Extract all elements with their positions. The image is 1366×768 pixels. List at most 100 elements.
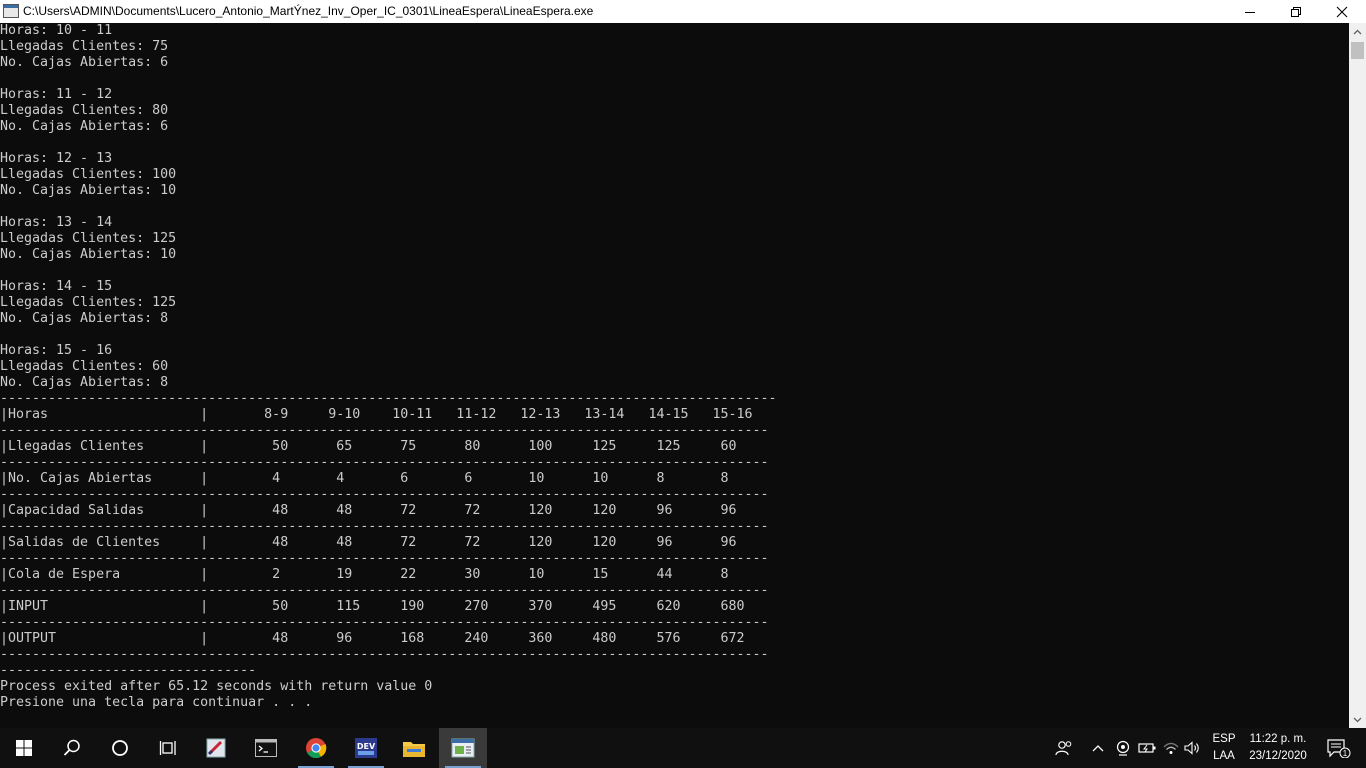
minimize-button[interactable] <box>1227 0 1273 23</box>
dev-cpp-icon: DEV <box>355 738 377 758</box>
console-line: -------------------------------- <box>0 663 257 678</box>
cortana-circle-icon <box>112 740 128 756</box>
console-line: Llegadas Clientes: 125 <box>0 295 177 310</box>
paint-icon <box>206 738 226 758</box>
console-line: Horas: 11 - 12 <box>0 87 113 102</box>
search-button[interactable] <box>48 728 96 768</box>
chevron-up-icon <box>1353 29 1362 34</box>
scroll-down-button[interactable] <box>1349 711 1366 728</box>
close-button[interactable] <box>1319 0 1365 23</box>
console-line: ----------------------------------------… <box>0 391 777 406</box>
battery-button[interactable] <box>1136 728 1158 768</box>
vertical-scrollbar[interactable] <box>1349 23 1366 728</box>
file-explorer-icon <box>403 742 425 757</box>
console-line: No. Cajas Abiertas: 8 <box>0 375 169 390</box>
network-button[interactable] <box>1160 728 1182 768</box>
console-app-icon <box>3 4 19 18</box>
console-line: Horas: 14 - 15 <box>0 279 113 294</box>
windows-logo-icon <box>16 740 32 756</box>
console-output[interactable]: Horas: 10 - 11 Llegadas Clientes: 75 No. C… <box>0 23 1349 728</box>
clock[interactable]: 11:22 p. m. 23/12/2020 <box>1242 728 1314 768</box>
webcam-icon <box>1116 740 1130 756</box>
console-line: |Llegadas Clientes | 50 65 75 80 100 125… <box>0 439 737 454</box>
console-line: |Capacidad Salidas | 48 48 72 72 120 120… <box>0 503 737 518</box>
volume-button[interactable] <box>1182 728 1204 768</box>
taskbar: DEV ESP LAA 11:22 p. m. 23/12/2020 1 <box>0 728 1366 768</box>
console-line: Horas: 13 - 14 <box>0 215 113 230</box>
console-line: Llegadas Clientes: 80 <box>0 103 169 118</box>
search-icon <box>63 739 80 756</box>
restore-button[interactable] <box>1273 0 1319 23</box>
svg-text:DEV: DEV <box>357 742 376 751</box>
close-icon <box>1336 6 1348 17</box>
console-line: No. Cajas Abiertas: 8 <box>0 311 169 326</box>
console-line: Llegadas Clientes: 125 <box>0 231 177 246</box>
console-line: Llegadas Clientes: 60 <box>0 359 169 374</box>
scrollbar-thumb[interactable] <box>1351 42 1364 59</box>
chevron-up-icon <box>1092 745 1104 752</box>
console-line: Llegadas Clientes: 100 <box>0 167 177 182</box>
clock-date: 23/12/2020 <box>1249 750 1307 762</box>
console-line: |Cola de Espera | 2 19 22 30 10 15 44 8 <box>0 567 729 582</box>
console-line: Horas: 10 - 11 <box>0 23 113 38</box>
console-line: |Horas | 8-9 9-10 10-11 11-12 12-13 13-1… <box>0 407 753 422</box>
console-line: Horas: 12 - 13 <box>0 151 113 166</box>
console-window-icon <box>451 738 475 758</box>
console-line: Horas: 15 - 16 <box>0 343 113 358</box>
chevron-down-icon <box>1353 717 1362 722</box>
language-indicator[interactable]: ESP LAA <box>1208 728 1240 768</box>
window-titlebar[interactable]: C:\Users\ADMIN\Documents\Lucero_Antonio_… <box>0 0 1366 23</box>
wifi-icon <box>1163 742 1179 754</box>
console-line: ----------------------------------------… <box>0 455 769 470</box>
notifications-icon: 1 <box>1327 739 1351 758</box>
battery-charging-icon <box>1138 743 1156 753</box>
console-line: Llegadas Clientes: 75 <box>0 39 169 54</box>
console-line: ----------------------------------------… <box>0 423 769 438</box>
language-code: ESP <box>1212 733 1236 745</box>
notification-count: 1 <box>1343 749 1348 758</box>
clock-time: 11:22 p. m. <box>1249 733 1307 745</box>
task-view-button[interactable] <box>144 728 192 768</box>
console-line: ----------------------------------------… <box>0 487 769 502</box>
console-line: ----------------------------------------… <box>0 615 769 630</box>
start-button[interactable] <box>0 728 48 768</box>
console-line: No. Cajas Abiertas: 10 <box>0 183 177 198</box>
console-line: No. Cajas Abiertas: 6 <box>0 55 169 70</box>
scroll-up-button[interactable] <box>1349 23 1366 40</box>
console-line: ----------------------------------------… <box>0 583 769 598</box>
console-line: |No. Cajas Abiertas | 4 4 6 6 10 10 8 8 <box>0 471 729 486</box>
console-text: Horas: 10 - 11 Llegadas Clientes: 75 No. C… <box>0 23 1349 711</box>
window-title: C:\Users\ADMIN\Documents\Lucero_Antonio_… <box>23 4 594 18</box>
console-line: No. Cajas Abiertas: 6 <box>0 119 169 134</box>
console-line: ----------------------------------------… <box>0 519 769 534</box>
minimize-icon <box>1245 11 1255 13</box>
taskbar-app-command-prompt[interactable] <box>242 728 290 768</box>
cortana-button[interactable] <box>96 728 144 768</box>
speaker-icon <box>1184 741 1199 755</box>
action-center-button[interactable]: 1 <box>1318 728 1358 768</box>
console-line: |Salidas de Clientes | 48 48 72 72 120 1… <box>0 535 737 550</box>
console-line: ----------------------------------------… <box>0 551 769 566</box>
restore-icon <box>1291 6 1301 17</box>
taskbar-app-dev-cpp[interactable]: DEV <box>342 728 390 768</box>
taskbar-app-paint[interactable] <box>192 728 240 768</box>
people-button[interactable] <box>1050 728 1078 768</box>
taskbar-app-console-window[interactable] <box>439 728 487 768</box>
command-prompt-icon <box>255 739 277 757</box>
console-line: ----------------------------------------… <box>0 647 769 662</box>
task-view-icon <box>159 741 176 755</box>
keyboard-layout: LAA <box>1213 750 1235 762</box>
taskbar-app-chrome[interactable] <box>292 728 340 768</box>
show-hidden-icons-button[interactable] <box>1088 728 1108 768</box>
chrome-icon <box>306 738 327 759</box>
console-line: |INPUT | 50 115 190 270 370 495 620 680 <box>0 599 745 614</box>
meet-now-button[interactable] <box>1112 728 1134 768</box>
console-line: |OUTPUT | 48 96 168 240 360 480 576 672 <box>0 631 745 646</box>
console-line: Process exited after 65.12 seconds with … <box>0 679 433 694</box>
taskbar-app-file-explorer[interactable] <box>390 728 438 768</box>
